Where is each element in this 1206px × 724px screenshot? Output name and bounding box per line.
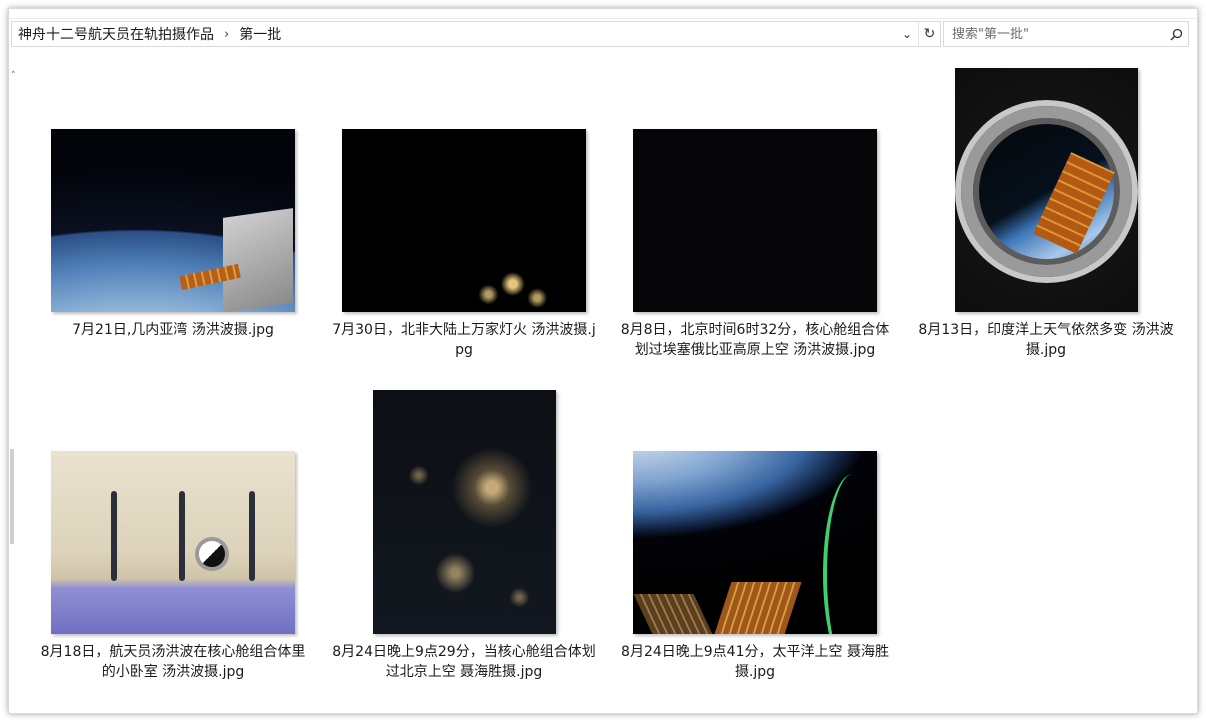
file-item[interactable]: 8月18日，航天员汤洪波在核心舱组合体里的小卧室 汤洪波摄.jpg <box>33 451 313 682</box>
thumbnail-detail <box>823 474 877 634</box>
thumbnail-detail <box>179 491 185 581</box>
file-name: 7月30日，北非大陆上万家灯火 汤洪波摄.jpg <box>332 322 596 358</box>
pane-edge-mark: ˄ <box>11 71 16 81</box>
refresh-icon[interactable]: ↻ <box>918 22 940 46</box>
thumbnail-detail <box>714 582 802 634</box>
search-icon[interactable] <box>1164 22 1188 46</box>
file-name: 8月18日，航天员汤洪波在核心舱组合体里的小卧室 汤洪波摄.jpg <box>40 644 306 680</box>
title-strip <box>9 9 1197 19</box>
thumbnail-image <box>633 129 877 312</box>
file-name: 8月8日，北京时间6时32分，核心舱组合体划过埃塞俄比亚高原上空 汤洪波摄.jp… <box>620 322 890 358</box>
thumbnail-detail <box>195 537 229 571</box>
thumbnail-detail <box>223 208 293 312</box>
file-name: 8月24日晚上9点29分，当核心舱组合体划过北京上空 聂海胜摄.jpg <box>332 644 596 680</box>
thumbnail-image <box>51 451 295 634</box>
breadcrumb-current[interactable]: 第一批 <box>239 24 281 44</box>
file-name: 7月21日,几内亚湾 汤洪波摄.jpg <box>72 322 274 338</box>
explorer-window: 神舟十二号航天员在轨拍摄作品 › 第一批 ⌄ ↻ ˄ 7月21日,几内亚湾 汤洪… <box>8 8 1198 714</box>
thumbnail-image <box>51 129 295 312</box>
thumbnail-detail <box>111 491 117 581</box>
thumbnail-detail <box>249 491 255 581</box>
address-bar[interactable]: 神舟十二号航天员在轨拍摄作品 › 第一批 ⌄ ↻ <box>11 21 941 47</box>
file-name: 8月13日，印度洋上天气依然多变 汤洪波摄.jpg <box>918 322 1174 358</box>
file-name: 8月24日晚上9点41分，太平洋上空 聂海胜摄.jpg <box>621 644 889 680</box>
breadcrumb-parent[interactable]: 神舟十二号航天员在轨拍摄作品 <box>12 24 214 44</box>
file-item[interactable]: 7月30日，北非大陆上万家灯火 汤洪波摄.jpg <box>324 129 604 360</box>
navigation-pane-edge: ˄ <box>9 49 17 713</box>
file-item[interactable]: 8月13日，印度洋上天气依然多变 汤洪波摄.jpg <box>906 68 1186 360</box>
thumbnail-image <box>633 451 877 634</box>
thumbnail-detail <box>342 242 586 312</box>
breadcrumb-separator-icon[interactable]: › <box>214 27 239 42</box>
search-input[interactable] <box>952 26 1164 42</box>
file-item[interactable]: 8月24日晚上9点41分，太平洋上空 聂海胜摄.jpg <box>615 451 895 682</box>
file-item[interactable]: 7月21日,几内亚湾 汤洪波摄.jpg <box>33 129 313 340</box>
thumbnail-image <box>342 129 586 312</box>
thumbnail-image <box>372 390 556 634</box>
file-item[interactable]: 8月8日，北京时间6时32分，核心舱组合体划过埃塞俄比亚高原上空 汤洪波摄.jp… <box>615 129 895 360</box>
file-item[interactable]: 8月24日晚上9点29分，当核心舱组合体划过北京上空 聂海胜摄.jpg <box>324 390 604 682</box>
search-box[interactable] <box>943 21 1189 47</box>
thumbnail-detail <box>960 106 1132 277</box>
file-view[interactable]: ˄ 7月21日,几内亚湾 汤洪波摄.jpg 7月30日，北非大陆上万家灯火 汤洪… <box>9 49 1197 713</box>
chevron-down-icon[interactable]: ⌄ <box>896 22 918 46</box>
thumbnail-detail <box>633 594 713 634</box>
thumbnail-image <box>954 68 1138 312</box>
scrollbar-thumb[interactable] <box>10 449 14 544</box>
